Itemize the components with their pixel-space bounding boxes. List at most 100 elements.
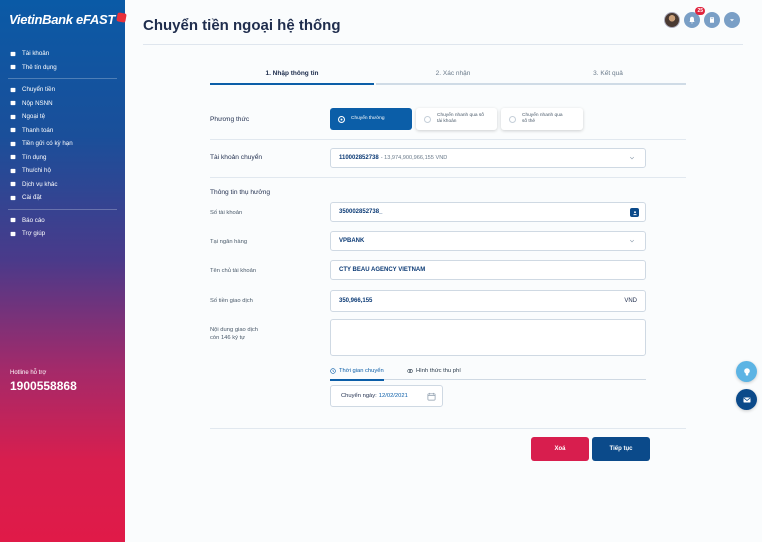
lightbulb-icon xyxy=(743,367,750,375)
method-fast-card-option[interactable]: Chuyển nhanh qua số thẻ xyxy=(501,108,583,130)
transfer-date-label: Chuyển ngày: xyxy=(341,393,377,399)
step-label: 1. Nhập thông tin xyxy=(265,70,319,77)
holder-name-field[interactable]: CTY BEAU AGENCY VIETNAM xyxy=(330,260,646,280)
notification-badge: 25 xyxy=(695,7,705,15)
tab-fee-method-label: Hình thức thu phí xyxy=(416,368,461,374)
sidebar-item-label: Tín dụng xyxy=(22,153,47,161)
contact-book-icon xyxy=(632,210,637,215)
delete-button[interactable]: Xoá xyxy=(531,437,589,461)
account-no-input[interactable]: 350002852738_ xyxy=(330,202,646,222)
bell-icon xyxy=(689,16,695,24)
sidebar-item[interactable]: Ngoại tệ xyxy=(0,110,125,124)
account-no-label: Số tài khoản xyxy=(210,210,243,216)
holder-label: Tên chủ tài khoản xyxy=(210,268,257,274)
step-result: 3. Kết quả xyxy=(530,70,686,85)
sidebar-item[interactable]: Tiền gửi có kỳ hạn xyxy=(0,137,125,151)
services-icon xyxy=(10,181,16,187)
bank-icon xyxy=(10,100,16,106)
sidebar-item-label: Thu/chi hộ xyxy=(22,167,51,175)
sidebar-item[interactable]: Thanh toán xyxy=(0,124,125,138)
content-label: Nội dung giao dịch còn 146 ký tự xyxy=(210,326,258,342)
sidebar-item-label: Báo cáo xyxy=(22,216,45,224)
sidebar-item-label: Dịch vụ khác xyxy=(22,180,58,188)
sidebar-item[interactable]: Báo cáo xyxy=(0,214,125,228)
credit-icon xyxy=(10,154,16,160)
sidebar-item-label: Chuyển tiền xyxy=(22,86,56,94)
amount-label: Số tiền giao dịch xyxy=(210,298,253,304)
document-button[interactable] xyxy=(704,12,720,28)
user-menu-button[interactable] xyxy=(724,12,740,28)
amount-input[interactable]: 350,966,155 VND xyxy=(330,290,646,312)
sidebar-menu: Tài khoản Thẻ tín dụng Chuyển tiền Nộp NSNN… xyxy=(0,47,125,241)
deposit-icon xyxy=(10,141,16,147)
bank-value: VPBANK xyxy=(339,238,365,244)
step-input: 1. Nhập thông tin xyxy=(210,70,374,85)
payment-icon xyxy=(10,127,16,133)
step-label: 3. Kết quả xyxy=(593,70,623,77)
radio-icon xyxy=(424,115,431,123)
tips-button[interactable] xyxy=(736,361,757,382)
sidebar-item[interactable]: Tín dụng xyxy=(0,151,125,165)
sidebar: VietinBank eFAST Tài khoản Thẻ tín dụng Ch… xyxy=(0,0,127,542)
message-button[interactable] xyxy=(736,389,757,410)
fee-icon xyxy=(407,369,413,373)
radio-icon xyxy=(338,115,345,123)
stepper: 1. Nhập thông tin 2. Xác nhận 3. Kết quả xyxy=(210,70,686,86)
sidebar-item[interactable]: Thu/chi hộ xyxy=(0,164,125,178)
tab-transfer-time[interactable]: Thời gian chuyển xyxy=(330,365,384,381)
contact-book-button[interactable] xyxy=(630,208,639,217)
schedule-tabs: Thời gian chuyển Hình thức thu phí xyxy=(330,365,646,381)
source-account-number: 110002852738 xyxy=(339,155,379,161)
transfer-icon xyxy=(10,87,16,93)
content-textarea[interactable] xyxy=(330,319,646,356)
method-standard-option[interactable]: Chuyển thường xyxy=(330,108,412,130)
top-toolbar: 25 xyxy=(664,7,740,28)
sidebar-item[interactable]: Tài khoản xyxy=(0,47,125,61)
method-fast-account-option[interactable]: Chuyển nhanh qua số tài khoản xyxy=(416,108,497,130)
chevron-down-icon xyxy=(629,156,635,160)
transfer-date-value: 12/02/2021 xyxy=(378,393,408,399)
chevron-down-icon xyxy=(629,239,635,243)
step-bar xyxy=(376,83,530,85)
sidebar-divider xyxy=(8,208,117,210)
sidebar-item-label: Tài khoản xyxy=(22,50,50,58)
avatar[interactable] xyxy=(664,12,680,28)
sidebar-item[interactable]: Cài đặt xyxy=(0,191,125,205)
sidebar-item[interactable]: Nộp NSNN xyxy=(0,97,125,111)
bank-label: Tại ngân hàng xyxy=(210,239,248,245)
card-icon xyxy=(10,64,16,70)
divider xyxy=(210,177,686,178)
hotline-number[interactable]: 1900558868 xyxy=(10,379,77,393)
sidebar-divider xyxy=(8,78,117,79)
sidebar-item[interactable]: Dịch vụ khác xyxy=(0,178,125,192)
page-title: Chuyển tiền ngoại hệ thống xyxy=(143,17,341,34)
calendar-icon xyxy=(427,392,436,401)
bank-select[interactable]: VPBANK xyxy=(330,231,646,251)
clock-icon xyxy=(330,368,336,374)
gear-icon xyxy=(10,195,16,201)
content-char-count: còn 146 ký tự xyxy=(210,335,246,342)
step-label: 2. Xác nhận xyxy=(435,70,471,77)
source-account-select[interactable]: 110002852738 - 13,974,900,966,155 VND xyxy=(330,148,646,168)
header-divider xyxy=(143,44,743,45)
hotline-label: Hotline hỗ trợ xyxy=(10,370,47,376)
exchange-icon xyxy=(10,114,16,120)
sidebar-item[interactable]: Chuyển tiền xyxy=(0,83,125,97)
tab-fee-method[interactable]: Hình thức thu phí xyxy=(407,365,461,377)
holder-value: CTY BEAU AGENCY VIETNAM xyxy=(339,267,426,273)
mail-icon xyxy=(743,397,750,402)
step-bar xyxy=(530,83,686,85)
brand-name: VietinBank eFAST xyxy=(9,12,115,27)
sidebar-item-label: Thanh toán xyxy=(22,126,54,134)
help-icon xyxy=(10,231,16,237)
method-label-fast-account: Chuyển nhanh qua số tài khoản xyxy=(437,113,484,124)
chevron-down-icon xyxy=(730,19,734,22)
continue-button[interactable]: Tiếp tục xyxy=(592,437,650,461)
sidebar-item[interactable]: Thẻ tín dụng xyxy=(0,61,125,75)
notification-button[interactable]: 25 xyxy=(684,7,705,28)
document-icon xyxy=(710,17,714,23)
transfer-date-picker[interactable]: Chuyển ngày: 12/02/2021 xyxy=(330,385,443,407)
sidebar-item[interactable]: Trợ giúp xyxy=(0,227,125,241)
amount-currency: VND xyxy=(624,298,637,304)
brand-logo[interactable]: VietinBank eFAST xyxy=(9,12,127,27)
